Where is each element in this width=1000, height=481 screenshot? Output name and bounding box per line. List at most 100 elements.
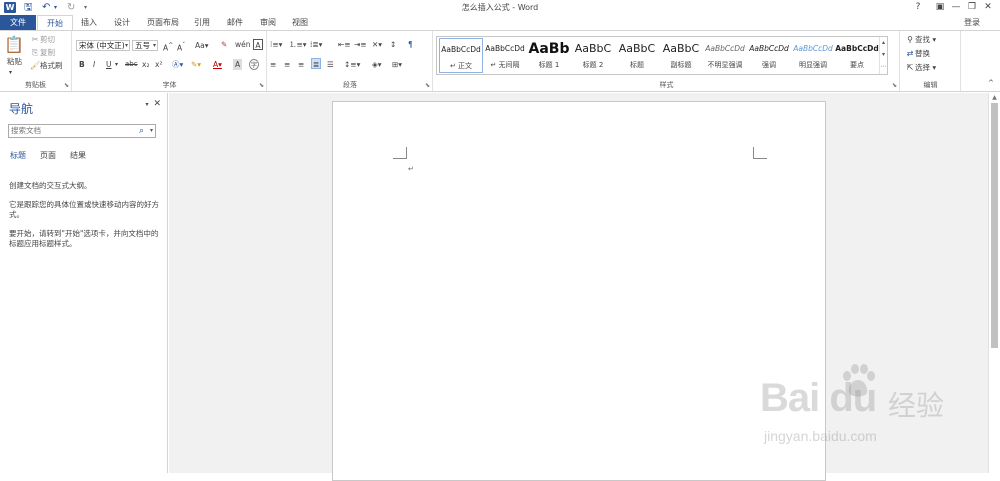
restore-button[interactable]: ❐ [964,0,980,15]
style-heading-2[interactable]: AaBbC 标题 2 [571,38,615,73]
paste-button[interactable]: 粘贴 [7,56,22,67]
font-name-combo[interactable]: 宋体 (中文正) ▾ [76,40,130,51]
italic-button[interactable]: I [93,59,95,70]
style-strong[interactable]: AaBbCcDd 要点 [835,38,879,73]
tab-home[interactable]: 开始 [37,15,73,31]
scroll-thumb[interactable] [991,103,998,348]
tab-view[interactable]: 视图 [286,15,314,30]
tab-pages[interactable]: 页面 [40,150,56,161]
shading-icon[interactable]: ◈▾ [372,59,382,70]
shrink-font-button[interactable]: Aˇ [177,40,185,53]
tab-mailings[interactable]: 邮件 [221,15,249,30]
distributed-icon[interactable]: ☰ [327,59,334,70]
undo-dropdown-icon[interactable]: ▾ [54,1,57,14]
sort-icon[interactable]: ↕ [390,39,396,50]
show-hide-icon[interactable]: ¶ [408,39,413,50]
font-color-icon[interactable]: A▾ [213,59,222,70]
word-logo-icon[interactable]: W [4,2,16,13]
multilevel-list-icon[interactable]: ⁞≣▾ [310,39,322,50]
paste-icon[interactable]: 📋 [4,35,24,55]
replace-button[interactable]: ⇄ 替换 [905,48,930,59]
strikethrough-button[interactable]: abc [125,59,138,70]
paragraph-launcher-icon[interactable]: ⬊ [425,82,430,89]
tab-review[interactable]: 审阅 [254,15,282,30]
scroll-up-icon[interactable]: ▲ [989,94,1000,101]
save-icon[interactable]: 🖫 [24,1,33,14]
document-page[interactable]: ↵ [332,101,826,481]
undo-icon[interactable]: ↶ [42,1,50,14]
tab-file[interactable]: 文件 [0,15,36,30]
sign-in-link[interactable]: 登录 [964,15,980,30]
style-heading-1[interactable]: AaBb 标题 1 [527,38,571,73]
style-gallery: AaBbCcDd ↵ 正文 AaBbCcDd ↵ 无间隔 AaBb 标题 1 A… [436,36,888,75]
styles-launcher-icon[interactable]: ⬊ [892,82,897,89]
decrease-indent-icon[interactable]: ⇤≡ [338,39,351,50]
superscript-button[interactable]: x² [155,59,162,70]
grow-font-button[interactable]: A^ [163,40,173,53]
bullets-icon[interactable]: ⁝≡▾ [270,39,282,50]
character-shading-icon[interactable]: A [233,59,243,70]
subscript-button[interactable]: x₂ [142,59,149,70]
align-right-icon[interactable]: ≡ [298,59,304,70]
tab-references[interactable]: 引用 [188,15,216,30]
line-spacing-icon[interactable]: ↕≡▾ [344,59,360,70]
style-title[interactable]: AaBbC 标题 [615,38,659,73]
gallery-scroll[interactable]: ▴ ▾ ⋯ [879,37,887,74]
close-button[interactable]: ✕ [980,0,996,15]
clipboard-launcher-icon[interactable]: ⬊ [64,82,69,89]
help-button[interactable]: ? [910,0,926,15]
gallery-more-icon[interactable]: ⋯ [880,61,887,73]
tab-design[interactable]: 设计 [107,15,137,30]
chevron-down-icon[interactable]: ▾ [150,125,153,137]
borders-icon[interactable]: ⊞▾ [392,59,402,70]
customize-qat-icon[interactable]: ▾ [84,1,87,14]
increase-indent-icon[interactable]: ⇥≡ [354,39,367,50]
redo-icon[interactable]: ↻ [67,1,75,14]
minimize-button[interactable]: — [948,0,964,15]
character-border-icon[interactable]: A [253,39,263,50]
bold-button[interactable]: B [79,59,85,70]
phonetic-guide-icon[interactable]: wén [235,39,251,50]
style-name: ↵ 正文 [449,62,473,70]
style-normal[interactable]: AaBbCcDd ↵ 正文 [439,38,483,73]
select-button[interactable]: ⇱ 选择 ▾ [905,62,937,73]
chinese-layout-icon[interactable]: ✕▾ [372,39,382,50]
copy-button[interactable]: ⎘ 复制 [30,47,55,58]
nav-search-input[interactable]: 搜索文档 ⌕ ▾ [8,124,156,138]
text-effects-icon[interactable]: Ⓐ▾ [172,59,183,70]
vertical-scrollbar[interactable]: ▲ [988,93,1000,473]
style-no-spacing[interactable]: AaBbCcDd ↵ 无间隔 [483,38,527,73]
paste-dropdown-icon[interactable]: ▾ [9,67,12,78]
align-left-icon[interactable]: ≡ [270,59,276,70]
collapse-ribbon-icon[interactable]: ^ [988,78,994,89]
underline-button[interactable]: U [106,59,112,70]
tab-page-layout[interactable]: 页面布局 [143,15,183,30]
style-subtle-emphasis[interactable]: AaBbCcDd 不明显强调 [703,38,747,73]
cut-button[interactable]: ✂ 剪切 [30,34,55,45]
format-painter-button[interactable]: 🖌格式刷 [30,60,63,71]
change-case-button[interactable]: Aa▾ [195,40,209,51]
find-button[interactable]: ⚲ 查找 ▾ [905,34,936,45]
style-emphasis[interactable]: AaBbCcDd 强调 [747,38,791,73]
style-preview: AaBbCcDd [705,44,745,53]
clear-formatting-icon[interactable]: ✎ [221,39,227,50]
underline-dropdown-icon[interactable]: ▾ [115,59,118,70]
gallery-up-icon[interactable]: ▴ [880,37,887,49]
style-subtitle[interactable]: AaBbC 副标题 [659,38,703,73]
font-size-combo[interactable]: 五号 ▾ [132,40,158,51]
ribbon-display-options-button[interactable]: ▣ [932,0,948,15]
highlight-color-icon[interactable]: ✎▾ [191,59,201,70]
tab-insert[interactable]: 插入 [74,15,104,30]
font-launcher-icon[interactable]: ⬊ [259,82,264,89]
numbering-icon[interactable]: ⒈≡▾ [289,39,307,50]
tab-results[interactable]: 结果 [70,150,86,161]
nav-options-icon[interactable]: ▾ [145,101,148,108]
enclose-characters-icon[interactable]: 字 [249,59,259,70]
style-intense-emphasis[interactable]: AaBbCcDd 明显强调 [791,38,835,73]
search-icon[interactable]: ⌕ [139,125,144,137]
gallery-down-icon[interactable]: ▾ [880,49,887,61]
tab-headings[interactable]: 标题 [10,150,26,161]
align-center-icon[interactable]: ≡ [284,59,290,70]
justify-icon[interactable]: ≣ [311,58,322,69]
nav-close-icon[interactable]: ✕ [153,99,161,109]
